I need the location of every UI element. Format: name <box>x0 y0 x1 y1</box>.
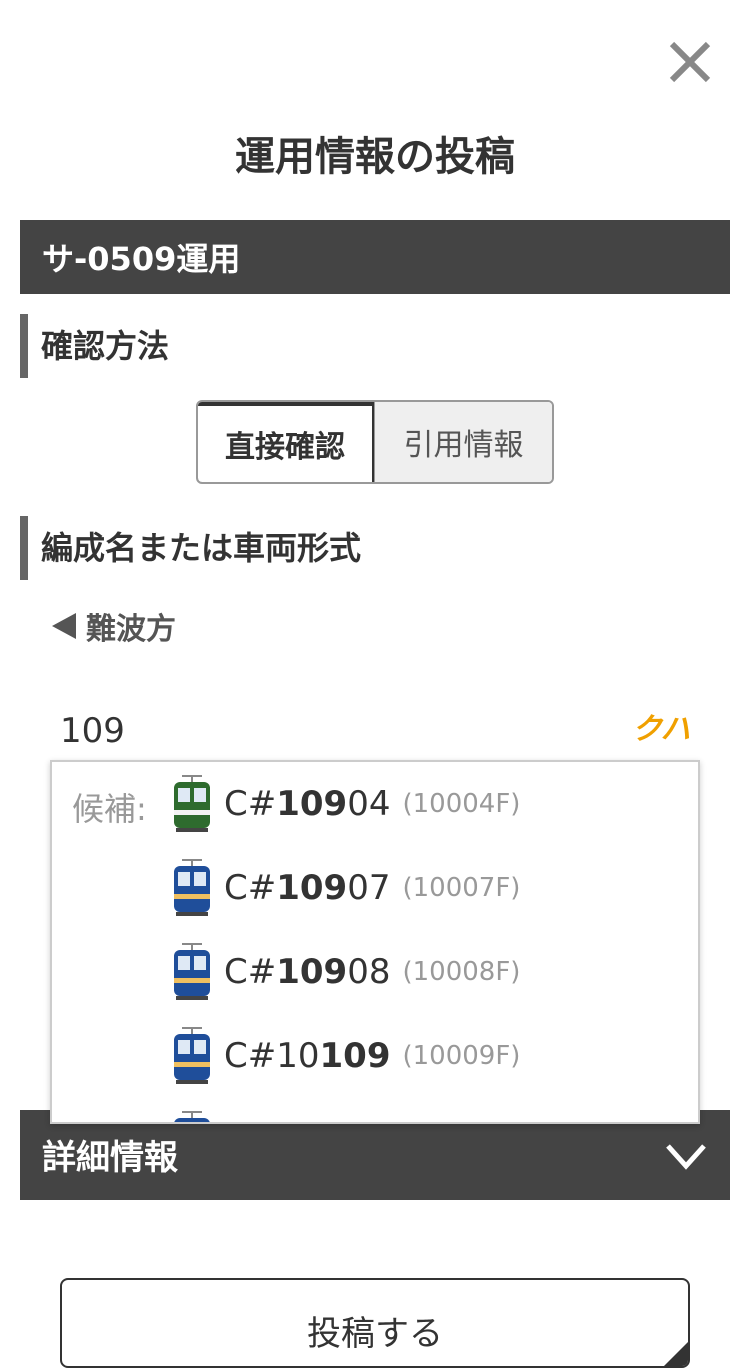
page-title: 運用情報の投稿 <box>235 134 515 180</box>
train-icon <box>174 775 210 832</box>
candidate-prefix: C# <box>224 952 277 992</box>
candidate-prefix: C# <box>224 784 277 824</box>
option-direct-confirm-label: 直接確認 <box>225 430 345 465</box>
candidate-match: 109 <box>319 1036 391 1076</box>
candidate-name: C#10904 <box>224 784 390 824</box>
candidate-formation: (10007F) <box>402 873 521 903</box>
train-icon <box>174 943 210 1000</box>
candidate-formation: (10008F) <box>402 957 521 987</box>
formation-input[interactable] <box>50 700 650 762</box>
train-icon <box>174 1027 210 1084</box>
candidate-formation: (10009F) <box>402 1041 521 1071</box>
train-icon <box>174 859 210 916</box>
chevron-down-icon <box>666 1144 706 1170</box>
submit-button[interactable]: 投稿する <box>60 1278 690 1368</box>
candidate-formation: (10004F) <box>402 789 521 819</box>
candidates-label: 候補: <box>72 790 147 828</box>
candidate-name: C#10109 <box>224 1036 390 1076</box>
candidate-row-partial <box>170 1098 224 1122</box>
confirm-method-toggle: 直接確認 引用情報 <box>196 400 554 484</box>
close-icon[interactable] <box>666 38 714 86</box>
left-arrow-icon <box>52 613 76 639</box>
submit-label: 投稿する <box>307 1314 443 1354</box>
candidate-match: 109 <box>276 952 348 992</box>
candidate-suffix: 07 <box>347 868 391 908</box>
candidate-suffix: 04 <box>347 784 391 824</box>
suggestion-dropdown: 候補: C#10904 (10004F) C#10907 (10007F) C#1090… <box>50 760 700 1124</box>
details-label: 詳細情報 <box>42 1138 178 1178</box>
candidate-name: C#10907 <box>224 868 390 908</box>
candidate-match: 109 <box>276 784 348 824</box>
candidate-row[interactable]: C#10109 (10009F) <box>170 1014 520 1098</box>
option-quoted-info-label: 引用情報 <box>403 428 524 463</box>
train-icon <box>174 1111 210 1122</box>
direction-label: 難波方 <box>86 612 176 647</box>
candidate-prefix: C#10 <box>224 1036 320 1076</box>
option-direct-confirm[interactable]: 直接確認 <box>198 402 374 482</box>
operation-label: サ-0509運用 <box>20 220 730 294</box>
option-quoted-info[interactable]: 引用情報 <box>374 402 552 482</box>
candidate-suffix: 08 <box>347 952 391 992</box>
formation-heading: 編成名または車両形式 <box>20 516 361 580</box>
candidate-prefix: C# <box>224 868 277 908</box>
direction-toggle[interactable]: 難波方 <box>52 604 176 648</box>
confirm-method-heading: 確認方法 <box>20 314 169 378</box>
candidate-name: C#10908 <box>224 952 390 992</box>
candidate-row[interactable]: C#10904 (10004F) <box>170 762 520 846</box>
candidate-row[interactable]: C#10908 (10008F) <box>170 930 520 1014</box>
corner-triangle-icon <box>664 1342 688 1366</box>
candidate-row[interactable]: C#10907 (10007F) <box>170 846 520 930</box>
car-type-label: クハ <box>632 712 691 747</box>
candidate-match: 109 <box>276 868 348 908</box>
